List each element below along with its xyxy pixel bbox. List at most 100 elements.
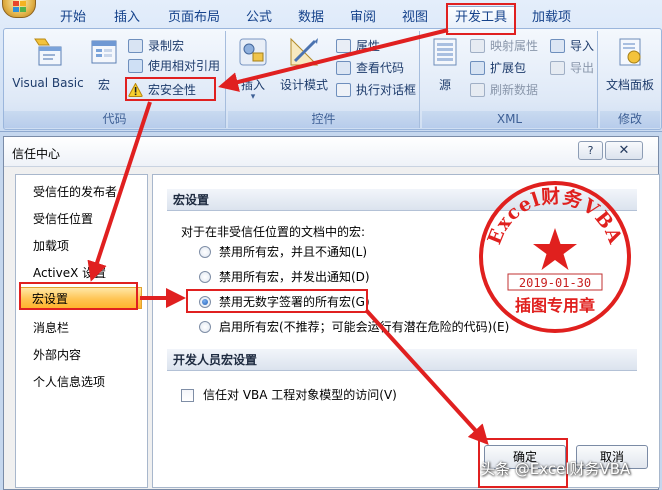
design-mode-label: 设计模式 bbox=[279, 78, 328, 92]
macro-settings-subtitle: 对于在非受信任位置的文档中的宏: bbox=[181, 225, 366, 239]
design-mode-button[interactable]: 设计模式 bbox=[276, 35, 332, 93]
map-properties-button[interactable]: 映射属性 bbox=[470, 37, 538, 55]
option-label: 禁用所有宏，并且不通知(L) bbox=[219, 245, 368, 259]
annotation-box-developer-tab bbox=[446, 3, 516, 35]
macros-label: 宏 bbox=[97, 78, 110, 92]
view-code-icon bbox=[336, 61, 351, 75]
visual-basic-label: Visual Basic bbox=[12, 76, 84, 90]
insert-control-button[interactable]: 插入 ▾ bbox=[230, 35, 276, 102]
visual-basic-icon bbox=[34, 38, 62, 66]
radio-button[interactable] bbox=[199, 246, 211, 258]
tab-data[interactable]: 数据 bbox=[290, 8, 332, 30]
properties-icon bbox=[336, 39, 351, 53]
xml-export-button[interactable]: 导出 bbox=[550, 59, 594, 77]
run-dialog-icon bbox=[336, 83, 351, 97]
macros-icon bbox=[91, 40, 117, 64]
option-label: 启用所有宏(不推荐；可能会运行有潜在危险的代码)(E) bbox=[219, 320, 510, 334]
properties-button[interactable]: 属性 bbox=[336, 37, 380, 55]
office-logo-icon bbox=[13, 1, 27, 13]
tab-view[interactable]: 视图 bbox=[394, 8, 436, 30]
tab-insert[interactable]: 插入 bbox=[106, 8, 148, 30]
nav-addins[interactable]: 加载项 bbox=[17, 235, 146, 257]
annotation-box-macro-settings-nav bbox=[19, 282, 138, 310]
group-controls: 插入 ▾ 设计模式 属性 查看代码 执行对话框 控件 bbox=[228, 31, 420, 128]
option-label: 禁用所有宏，并发出通知(D) bbox=[219, 270, 370, 284]
dropdown-arrow-icon: ▾ bbox=[250, 92, 256, 102]
macros-button[interactable]: 宏 bbox=[86, 35, 122, 93]
document-panel-button[interactable]: 文档面板 bbox=[602, 35, 658, 93]
document-panel-icon bbox=[619, 38, 641, 66]
refresh-data-label: 刷新数据 bbox=[490, 83, 539, 97]
tab-addins[interactable]: 加载项 bbox=[524, 8, 579, 30]
export-icon bbox=[550, 61, 565, 75]
tab-page-layout[interactable]: 页面布局 bbox=[160, 8, 228, 30]
trust-center-nav: 受信任的发布者 受信任位置 加载项 ActiveX 设置 宏设置 消息栏 外部内… bbox=[15, 174, 148, 488]
run-dialog-label: 执行对话框 bbox=[356, 83, 417, 97]
refresh-data-icon bbox=[470, 83, 485, 97]
relative-reference-icon bbox=[128, 59, 143, 73]
trust-vba-access-option[interactable]: 信任对 VBA 工程对象模型的访问(V) bbox=[181, 385, 397, 405]
expansion-packs-button[interactable]: 扩展包 bbox=[470, 59, 526, 77]
insert-controls-icon bbox=[239, 38, 267, 66]
expansion-packs-label: 扩展包 bbox=[490, 61, 527, 75]
ribbon: 开始 插入 页面布局 公式 数据 审阅 视图 开发工具 加载项 Visual B… bbox=[0, 0, 662, 132]
option-enable-all[interactable]: 启用所有宏(不推荐；可能会运行有潜在危险的代码)(E) bbox=[199, 317, 509, 337]
xml-export-label: 导出 bbox=[570, 61, 595, 75]
record-macro-icon bbox=[128, 39, 143, 53]
design-mode-icon bbox=[290, 37, 319, 66]
xml-source-label: 源 bbox=[438, 78, 451, 92]
xml-source-button[interactable]: 源 bbox=[428, 35, 462, 93]
option-disable-no-notify[interactable]: 禁用所有宏，并且不通知(L) bbox=[199, 242, 367, 262]
group-modify-label: 修改 bbox=[600, 111, 660, 128]
refresh-data-button[interactable]: 刷新数据 bbox=[470, 81, 538, 99]
visual-basic-button[interactable]: Visual Basic bbox=[8, 35, 88, 90]
star-icon bbox=[533, 228, 577, 270]
tab-review[interactable]: 审阅 bbox=[342, 8, 384, 30]
relative-reference-button[interactable]: 使用相对引用 bbox=[128, 57, 220, 75]
view-code-label: 查看代码 bbox=[356, 61, 405, 75]
dialog-titlebar: 信任中心 ? ✕ bbox=[4, 137, 658, 167]
record-macro-label: 录制宏 bbox=[148, 39, 185, 53]
record-macro-button[interactable]: 录制宏 bbox=[128, 37, 184, 55]
group-xml: 源 映射属性 扩展包 刷新数据 导入 导出 XML bbox=[422, 31, 598, 128]
run-dialog-button[interactable]: 执行对话框 bbox=[336, 81, 416, 99]
developer-settings-heading: 开发人员宏设置 bbox=[167, 349, 637, 371]
view-code-button[interactable]: 查看代码 bbox=[336, 59, 404, 77]
import-icon bbox=[550, 39, 565, 53]
nav-trusted-locations[interactable]: 受信任位置 bbox=[17, 208, 146, 230]
seal-stamp: Excel财务VBA 2019-01-30 插图专用章 bbox=[479, 181, 631, 333]
xml-import-label: 导入 bbox=[570, 39, 595, 53]
stamp-date: 2019-01-30 bbox=[519, 276, 591, 290]
stamp-bottom-text: 插图专用章 bbox=[515, 296, 595, 315]
properties-label: 属性 bbox=[356, 39, 381, 53]
dialog-title: 信任中心 bbox=[12, 147, 61, 161]
nav-activex-settings[interactable]: ActiveX 设置 bbox=[17, 262, 146, 284]
radio-button[interactable] bbox=[199, 271, 211, 283]
checkbox[interactable] bbox=[181, 389, 194, 402]
watermark: 头条 @Excel财务VBA bbox=[480, 460, 631, 478]
nav-trusted-publishers[interactable]: 受信任的发布者 bbox=[17, 181, 146, 203]
group-modify: 文档面板 修改 bbox=[600, 31, 660, 128]
help-button[interactable]: ? bbox=[578, 141, 603, 160]
nav-privacy-options[interactable]: 个人信息选项 bbox=[17, 371, 146, 393]
document-panel-label: 文档面板 bbox=[605, 78, 654, 92]
annotation-box-macro-security bbox=[125, 77, 216, 101]
relative-reference-label: 使用相对引用 bbox=[148, 59, 221, 73]
insert-control-label: 插入 bbox=[240, 78, 265, 92]
map-properties-icon bbox=[470, 39, 485, 53]
tab-home[interactable]: 开始 bbox=[52, 8, 94, 30]
xml-source-icon bbox=[433, 38, 457, 66]
trust-vba-access-label: 信任对 VBA 工程对象模型的访问(V) bbox=[203, 388, 397, 402]
office-button[interactable] bbox=[2, 0, 36, 18]
expansion-packs-icon bbox=[470, 61, 485, 75]
close-button[interactable]: ✕ bbox=[605, 141, 643, 160]
tab-formulas[interactable]: 公式 bbox=[238, 8, 280, 30]
nav-message-bar[interactable]: 消息栏 bbox=[17, 317, 146, 339]
ribbon-body: Visual Basic 宏 录制宏 使用相对引用 宏安全性 代码 插入 ▾ 设… bbox=[3, 28, 662, 130]
option-disable-with-notify[interactable]: 禁用所有宏，并发出通知(D) bbox=[199, 267, 370, 287]
nav-external-content[interactable]: 外部内容 bbox=[17, 344, 146, 366]
group-code-label: 代码 bbox=[4, 111, 225, 128]
group-xml-label: XML bbox=[422, 111, 597, 128]
radio-button[interactable] bbox=[199, 321, 211, 333]
xml-import-button[interactable]: 导入 bbox=[550, 37, 594, 55]
